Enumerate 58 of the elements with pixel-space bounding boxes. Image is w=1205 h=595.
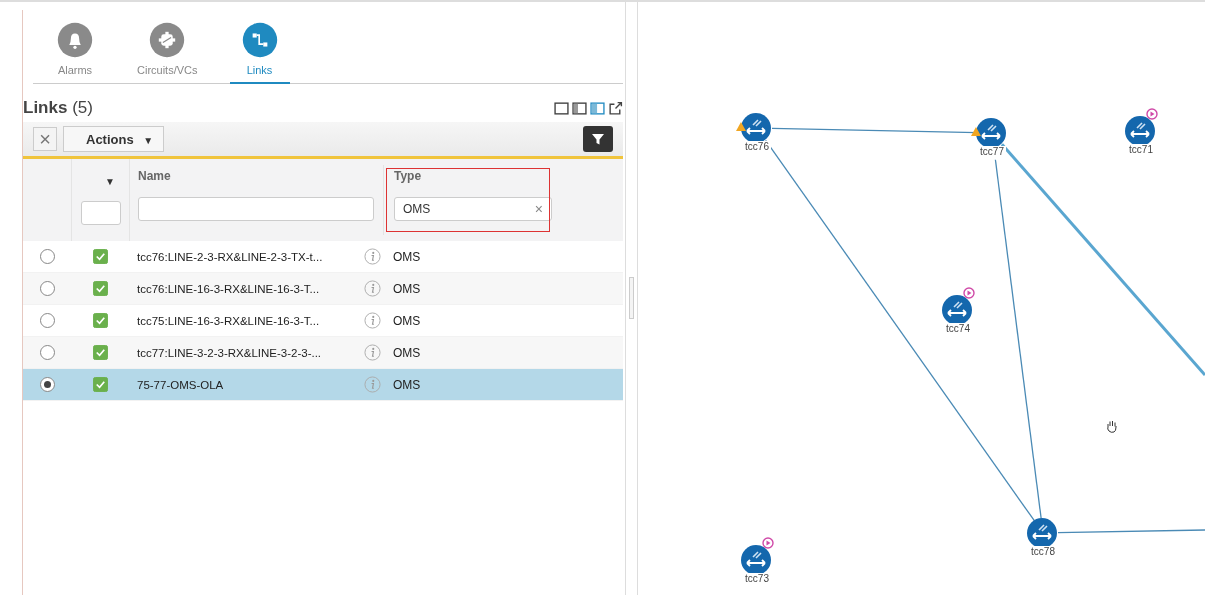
table-row[interactable]: 75-77-OMS-OLA OMS (23, 369, 623, 401)
connector-icon (241, 22, 278, 58)
table-cell: OMS (393, 313, 421, 328)
node-label: tcc71 (1127, 144, 1155, 155)
table-cell: OMS (393, 345, 421, 360)
link-line[interactable] (994, 159, 1042, 519)
bell-icon (57, 22, 93, 58)
radio-button[interactable] (39, 345, 55, 360)
node-label: tcc76 (743, 141, 771, 152)
gear-icon (149, 22, 186, 58)
external-link-icon[interactable] (608, 100, 623, 116)
filter-field[interactable] (80, 200, 121, 225)
panel-tab[interactable]: Alarms (45, 22, 105, 84)
name-filter-field[interactable] (138, 197, 374, 221)
node-label: tcc74 (944, 323, 972, 334)
table-cell: OMS (393, 249, 421, 264)
info-icon[interactable] (364, 248, 381, 265)
panel-tab[interactable]: Links (229, 22, 290, 84)
link-line[interactable] (1057, 529, 1205, 534)
info-icon[interactable] (364, 312, 381, 329)
radio-button[interactable] (39, 281, 55, 296)
filter-icon (591, 132, 605, 146)
radio-button[interactable] (39, 377, 55, 392)
table-row[interactable]: tcc76:LINE-16-3-RX&LINE-16-3-T... OMS (23, 273, 623, 305)
sort-caret[interactable]: ▼ (105, 175, 115, 187)
hand-cursor-icon (1104, 418, 1120, 434)
column-header[interactable]: Type (394, 169, 422, 183)
node-label: tcc78 (1029, 546, 1057, 557)
filter-button[interactable] (583, 126, 613, 152)
panel-title: Links (5) (23, 98, 93, 118)
checkbox[interactable] (92, 345, 108, 360)
info-icon[interactable] (364, 376, 381, 393)
node-label: tcc77 (978, 146, 1006, 157)
table-cell: OMS (393, 377, 421, 392)
split-pane-icon[interactable] (572, 100, 587, 116)
radio-button[interactable] (39, 313, 55, 328)
node-label: tcc73 (743, 573, 771, 584)
splitter-handle[interactable] (629, 276, 634, 319)
table-cell: tcc76:LINE-2-3-RX&LINE-2-3-TX-t... (137, 250, 323, 263)
table-cell: tcc75:LINE-16-3-RX&LINE-16-3-T... (137, 314, 320, 327)
column-header[interactable]: Name (138, 169, 171, 183)
single-pane-icon[interactable] (554, 100, 569, 116)
clear-button[interactable]: × (33, 127, 57, 151)
checkbox[interactable] (92, 281, 108, 296)
info-icon[interactable] (364, 280, 381, 297)
info-icon[interactable] (364, 344, 381, 361)
checkbox[interactable] (92, 377, 108, 392)
checkbox[interactable] (92, 313, 108, 328)
actions-dropdown[interactable]: Actions ▼ (63, 126, 165, 152)
table-cell: OMS (393, 281, 421, 296)
checkbox[interactable] (92, 249, 108, 264)
table-cell: 75-77-OMS-OLA (137, 378, 224, 391)
table-row[interactable]: tcc77:LINE-3-2-3-RX&LINE-3-2-3-... OMS (23, 337, 623, 369)
type-filter-field[interactable]: OMS × (394, 197, 552, 221)
table-cell: tcc77:LINE-3-2-3-RX&LINE-3-2-3-... (137, 346, 322, 359)
table-cell: tcc76:LINE-16-3-RX&LINE-16-3-T... (137, 282, 320, 295)
radio-button[interactable] (39, 249, 55, 264)
panel-tab[interactable]: Circuits/VCs (125, 22, 210, 84)
